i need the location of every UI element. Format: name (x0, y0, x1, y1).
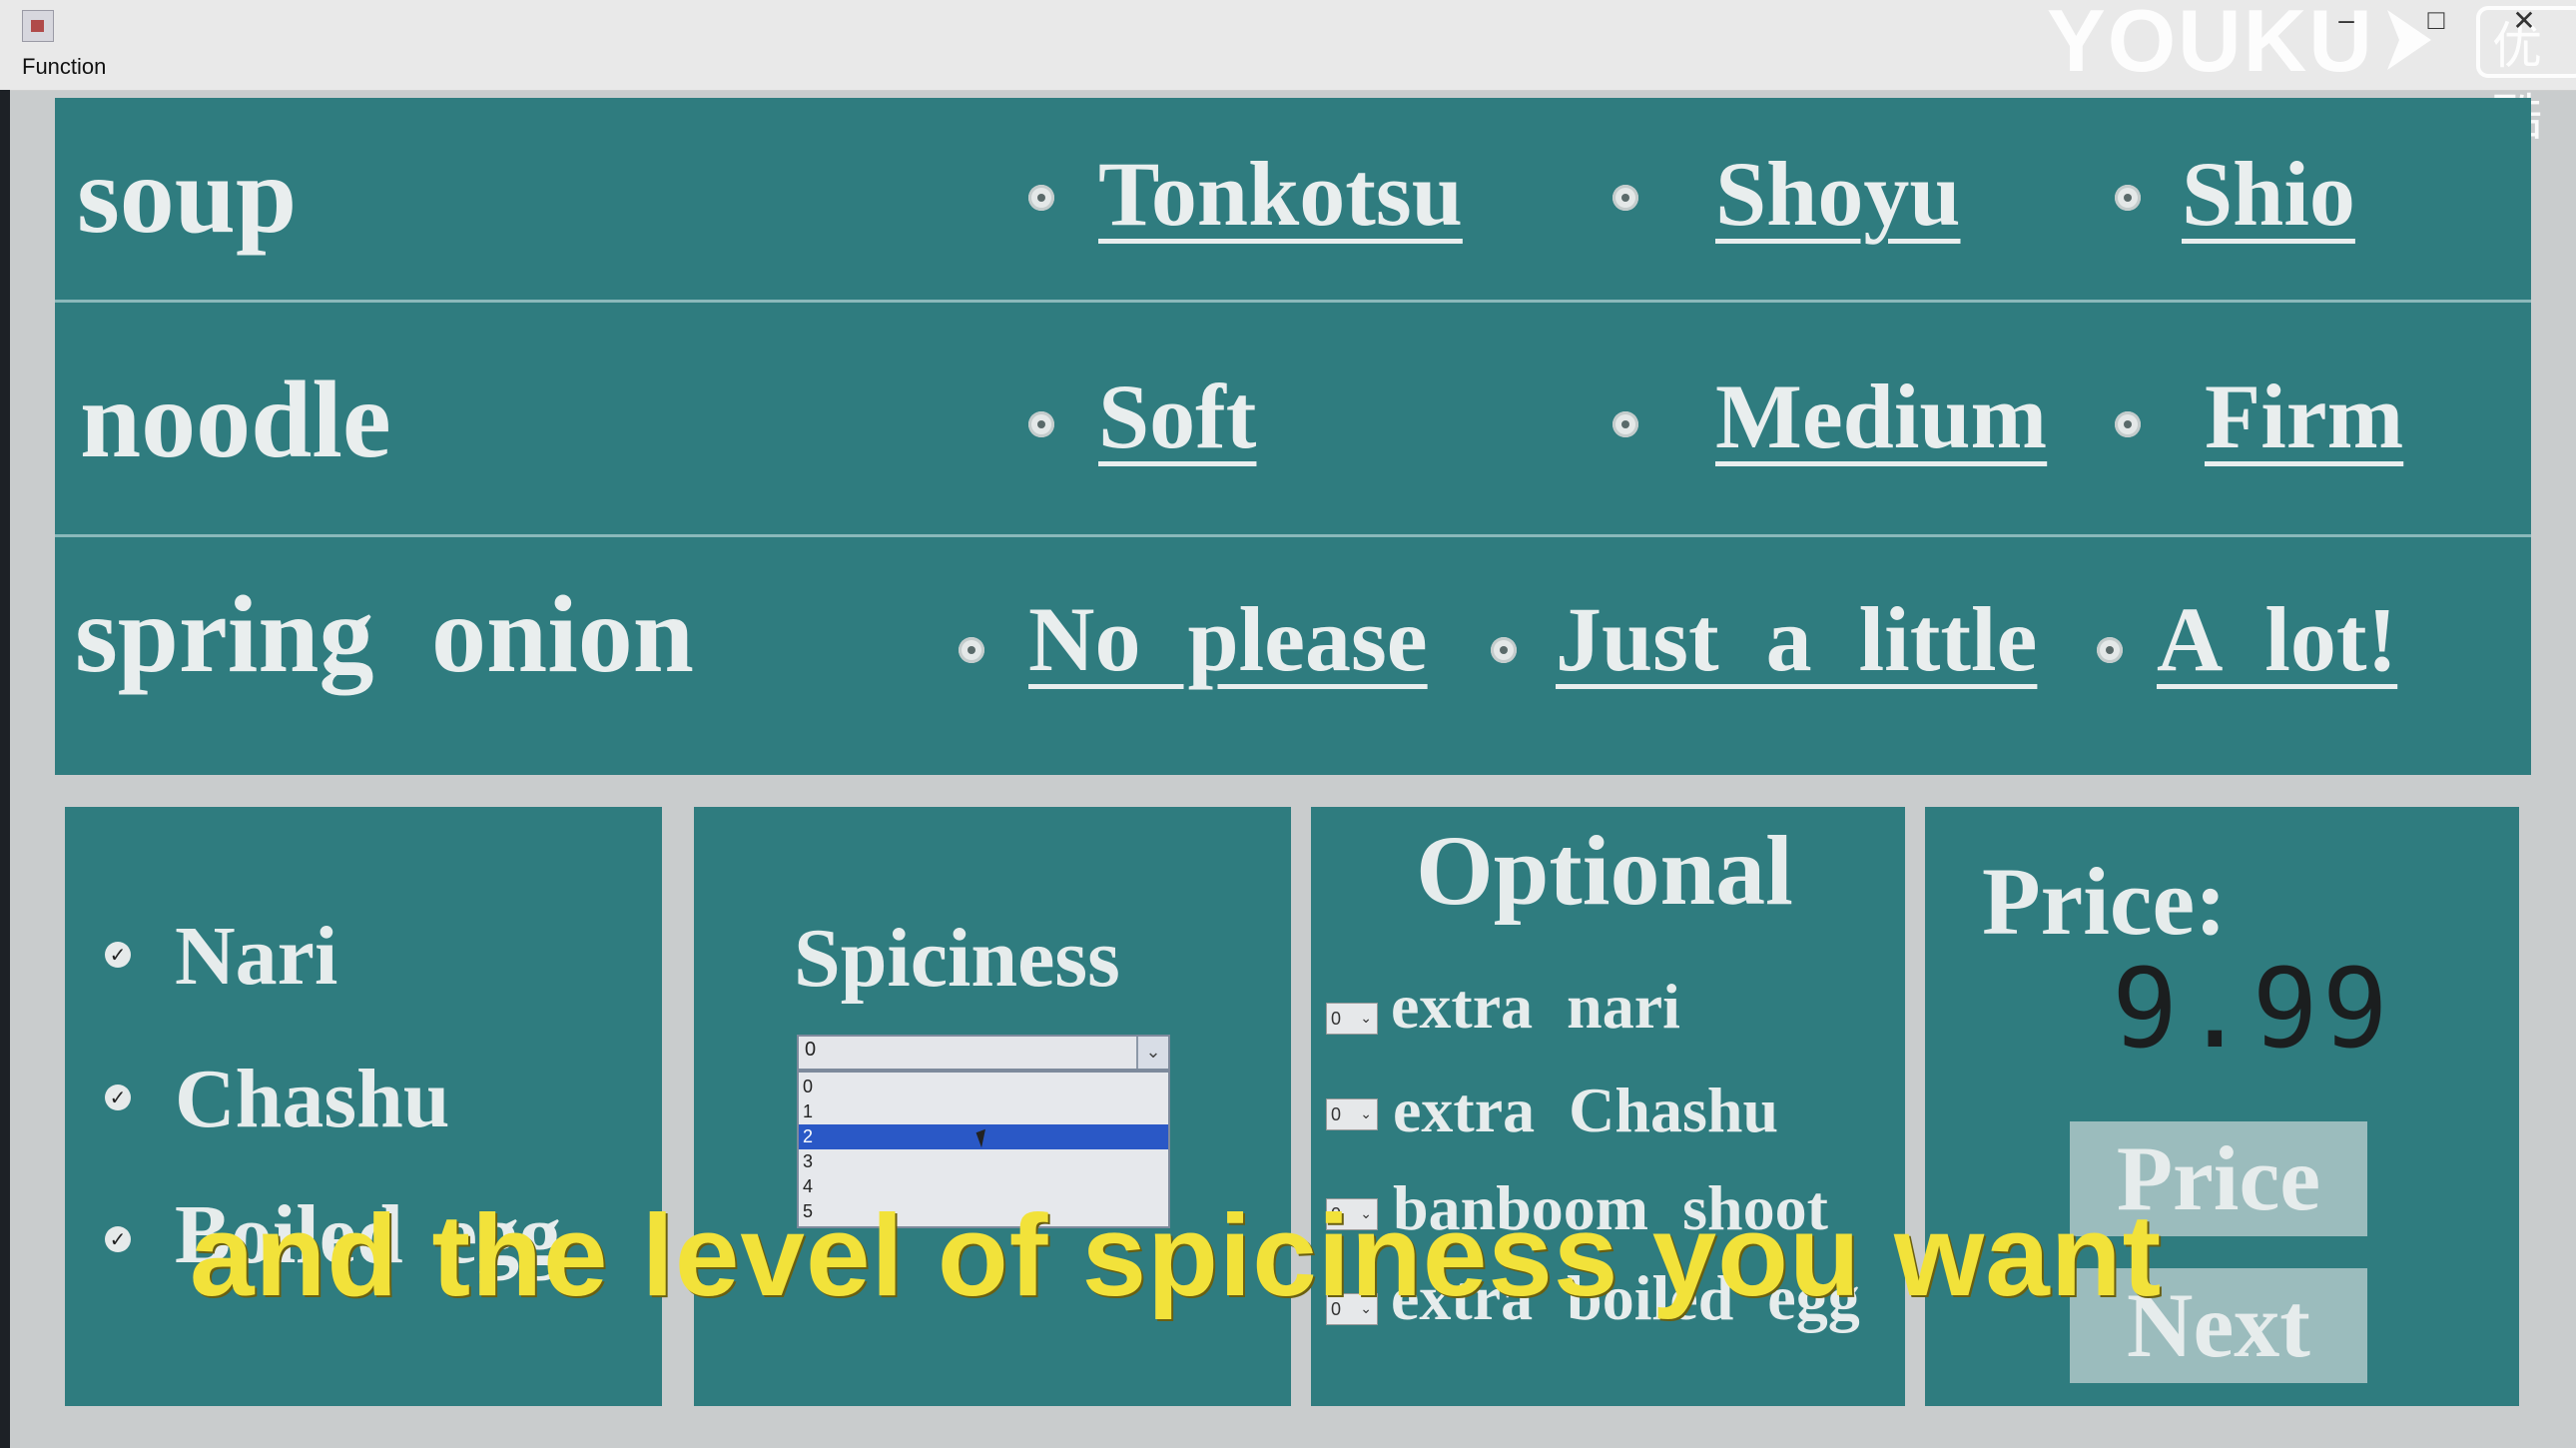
option-soft[interactable]: Soft (1098, 370, 1256, 462)
spring-onion-label: spring onion (75, 573, 694, 695)
radio-shoyu[interactable] (1612, 185, 1638, 211)
desktop-edge (0, 90, 10, 1448)
radio-just-a-little[interactable] (1491, 637, 1517, 663)
topping-chashu: Chashu (175, 1053, 450, 1145)
youku-watermark: YOUKU (2047, 0, 2374, 90)
close-icon[interactable]: ✕ (2504, 4, 2544, 44)
spiciness-title: Spiciness (794, 912, 1120, 1005)
price-label: Price: (1982, 848, 2228, 955)
radio-firm[interactable] (2115, 411, 2141, 437)
option-medium[interactable]: Medium (1715, 370, 2047, 462)
maximize-icon[interactable]: □ (2416, 4, 2456, 44)
checkbox-boiled-egg[interactable]: ✓ (105, 1226, 131, 1252)
chevron-down-icon[interactable]: ⌄ (1136, 1037, 1168, 1069)
option-just-a-little[interactable]: Just a little (1556, 593, 2037, 685)
spring-onion-row: spring onion No please Just a little A l… (55, 537, 2531, 775)
extra-nari-qty[interactable]: 0 ⌄ (1326, 1003, 1378, 1035)
radio-soft[interactable] (1028, 411, 1054, 437)
checkbox-nari[interactable]: ✓ (105, 942, 131, 968)
extra-chashu-qty[interactable]: 0 ⌄ (1326, 1098, 1378, 1130)
radio-a-lot[interactable] (2097, 637, 2123, 663)
spiciness-option-3[interactable]: 3 (799, 1149, 1168, 1174)
option-shoyu[interactable]: Shoyu (1715, 148, 1961, 240)
noodle-row: noodle Soft Medium Firm (55, 303, 2531, 534)
price-value: 9.99 (2112, 945, 2392, 1073)
option-tonkotsu[interactable]: Tonkotsu (1098, 148, 1463, 240)
spiciness-select[interactable]: 0 ⌄ (797, 1035, 1170, 1071)
spiciness-option-0[interactable]: 0 (799, 1075, 1168, 1099)
title-bar: Function YOUKU – □ 优酷 ✕ (0, 0, 2576, 147)
radio-medium[interactable] (1612, 411, 1638, 437)
checkbox-chashu[interactable]: ✓ (105, 1085, 131, 1110)
soup-row: soup Tonkotsu Shoyu Shio (55, 98, 2531, 302)
app-icon (22, 10, 54, 42)
radio-shio[interactable] (2115, 185, 2141, 211)
spiciness-selected-value: 0 (805, 1039, 817, 1061)
soup-label: soup (77, 134, 298, 256)
option-a-lot[interactable]: A lot! (2157, 593, 2397, 685)
noodle-label: noodle (80, 359, 391, 480)
topping-nari: Nari (175, 910, 338, 1003)
option-shio[interactable]: Shio (2182, 148, 2355, 240)
extra-nari-label: extra nari (1391, 971, 1680, 1042)
window-title: Function (22, 54, 107, 79)
radio-tonkotsu[interactable] (1028, 185, 1054, 211)
option-firm[interactable]: Firm (2205, 370, 2403, 462)
minimize-icon[interactable]: – (2326, 4, 2366, 44)
spiciness-option-1[interactable]: 1 (799, 1099, 1168, 1124)
video-subtitle: and the level of spiciness you want (190, 1190, 2163, 1320)
extra-chashu-label: extra Chashu (1393, 1075, 1779, 1145)
optional-title: Optional (1416, 815, 1793, 926)
radio-no-please[interactable] (959, 637, 984, 663)
option-no-please[interactable]: No please (1028, 593, 1428, 685)
